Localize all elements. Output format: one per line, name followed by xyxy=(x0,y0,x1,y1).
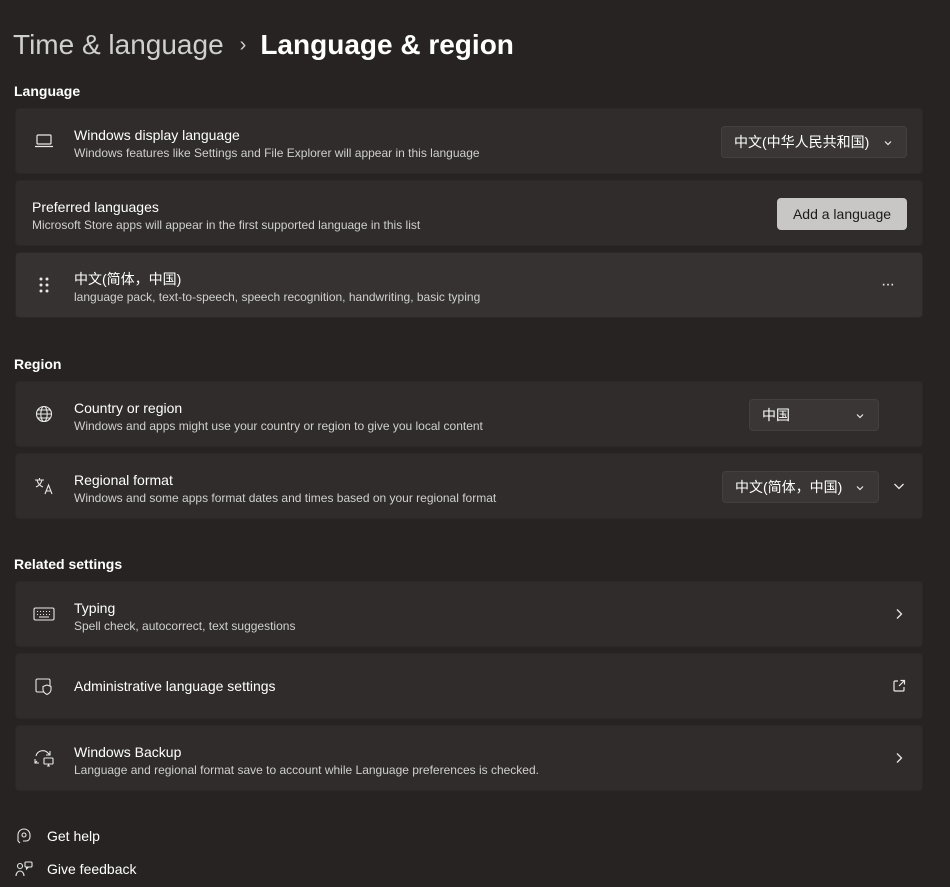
help-icon xyxy=(14,826,34,846)
windows-backup-card[interactable]: Windows Backup Language and regional for… xyxy=(15,725,923,791)
expand-chevron-icon[interactable] xyxy=(892,479,906,493)
chevron-right-icon xyxy=(892,607,906,621)
preferred-languages-desc: Microsoft Store apps will appear in the … xyxy=(32,218,421,232)
admin-language-card[interactable]: Administrative language settings xyxy=(15,653,923,719)
country-region-card: Country or region Windows and apps might… xyxy=(15,381,923,447)
display-language-card: Windows display language Windows feature… xyxy=(15,108,923,174)
give-feedback-link[interactable]: Give feedback xyxy=(14,859,137,879)
display-language-dropdown[interactable]: 中文(中华人民共和国) xyxy=(721,126,907,158)
language-item-desc: language pack, text-to-speech, speech re… xyxy=(74,290,481,304)
regional-format-desc: Windows and some apps format dates and t… xyxy=(74,491,497,505)
preferred-languages-title: Preferred languages xyxy=(32,199,159,215)
give-feedback-label: Give feedback xyxy=(47,861,137,877)
regional-format-dropdown[interactable]: 中文(简体，中国) xyxy=(722,471,879,503)
add-language-button[interactable]: Add a language xyxy=(777,198,907,230)
display-language-value: 中文(中华人民共和国) xyxy=(734,134,870,150)
chevron-right-icon xyxy=(892,751,906,765)
section-title-language: Language xyxy=(14,83,81,99)
country-title: Country or region xyxy=(74,400,183,416)
backup-desc: Language and regional format save to acc… xyxy=(74,763,539,777)
regional-format-value: 中文(简体，中国) xyxy=(735,479,843,495)
regional-format-icon xyxy=(30,472,58,500)
language-list-item[interactable]: 中文(简体，中国) language pack, text-to-speech,… xyxy=(15,252,923,318)
country-value: 中国 xyxy=(762,407,790,423)
typing-desc: Spell check, autocorrect, text suggestio… xyxy=(74,619,296,633)
get-help-link[interactable]: Get help xyxy=(14,826,100,846)
breadcrumb: Time & language › Language & region xyxy=(13,26,514,64)
typing-card[interactable]: Typing Spell check, autocorrect, text su… xyxy=(15,581,923,647)
admin-language-title: Administrative language settings xyxy=(74,678,276,694)
section-title-region: Region xyxy=(14,356,62,372)
feedback-icon xyxy=(14,859,34,879)
page-title: Language & region xyxy=(260,29,514,60)
regional-format-title: Regional format xyxy=(74,472,173,488)
globe-icon xyxy=(30,400,58,428)
country-desc: Windows and apps might use your country … xyxy=(74,419,483,433)
typing-title: Typing xyxy=(74,600,116,616)
language-item-title: 中文(简体，中国) xyxy=(74,271,182,287)
laptop-icon xyxy=(30,127,58,155)
country-dropdown[interactable]: 中国 xyxy=(749,399,879,431)
regional-format-card[interactable]: Regional format Windows and some apps fo… xyxy=(15,453,923,519)
external-link-icon xyxy=(892,679,906,693)
breadcrumb-parent[interactable]: Time & language xyxy=(13,26,224,64)
chevron-down-icon xyxy=(854,481,866,497)
sync-icon xyxy=(30,744,58,772)
preferred-languages-card: Preferred languages Microsoft Store apps… xyxy=(15,180,923,246)
shield-icon xyxy=(30,672,58,700)
chevron-down-icon xyxy=(854,409,866,425)
breadcrumb-separator: › xyxy=(239,34,247,56)
chevron-down-icon xyxy=(882,136,894,152)
display-language-desc: Windows features like Settings and File … xyxy=(74,146,480,160)
get-help-label: Get help xyxy=(47,828,100,844)
section-title-related: Related settings xyxy=(14,556,123,572)
more-options-icon[interactable]: ··· xyxy=(881,276,895,294)
keyboard-icon xyxy=(30,600,58,628)
drag-handle-icon[interactable] xyxy=(30,271,58,299)
backup-title: Windows Backup xyxy=(74,744,182,760)
display-language-title: Windows display language xyxy=(74,127,240,143)
